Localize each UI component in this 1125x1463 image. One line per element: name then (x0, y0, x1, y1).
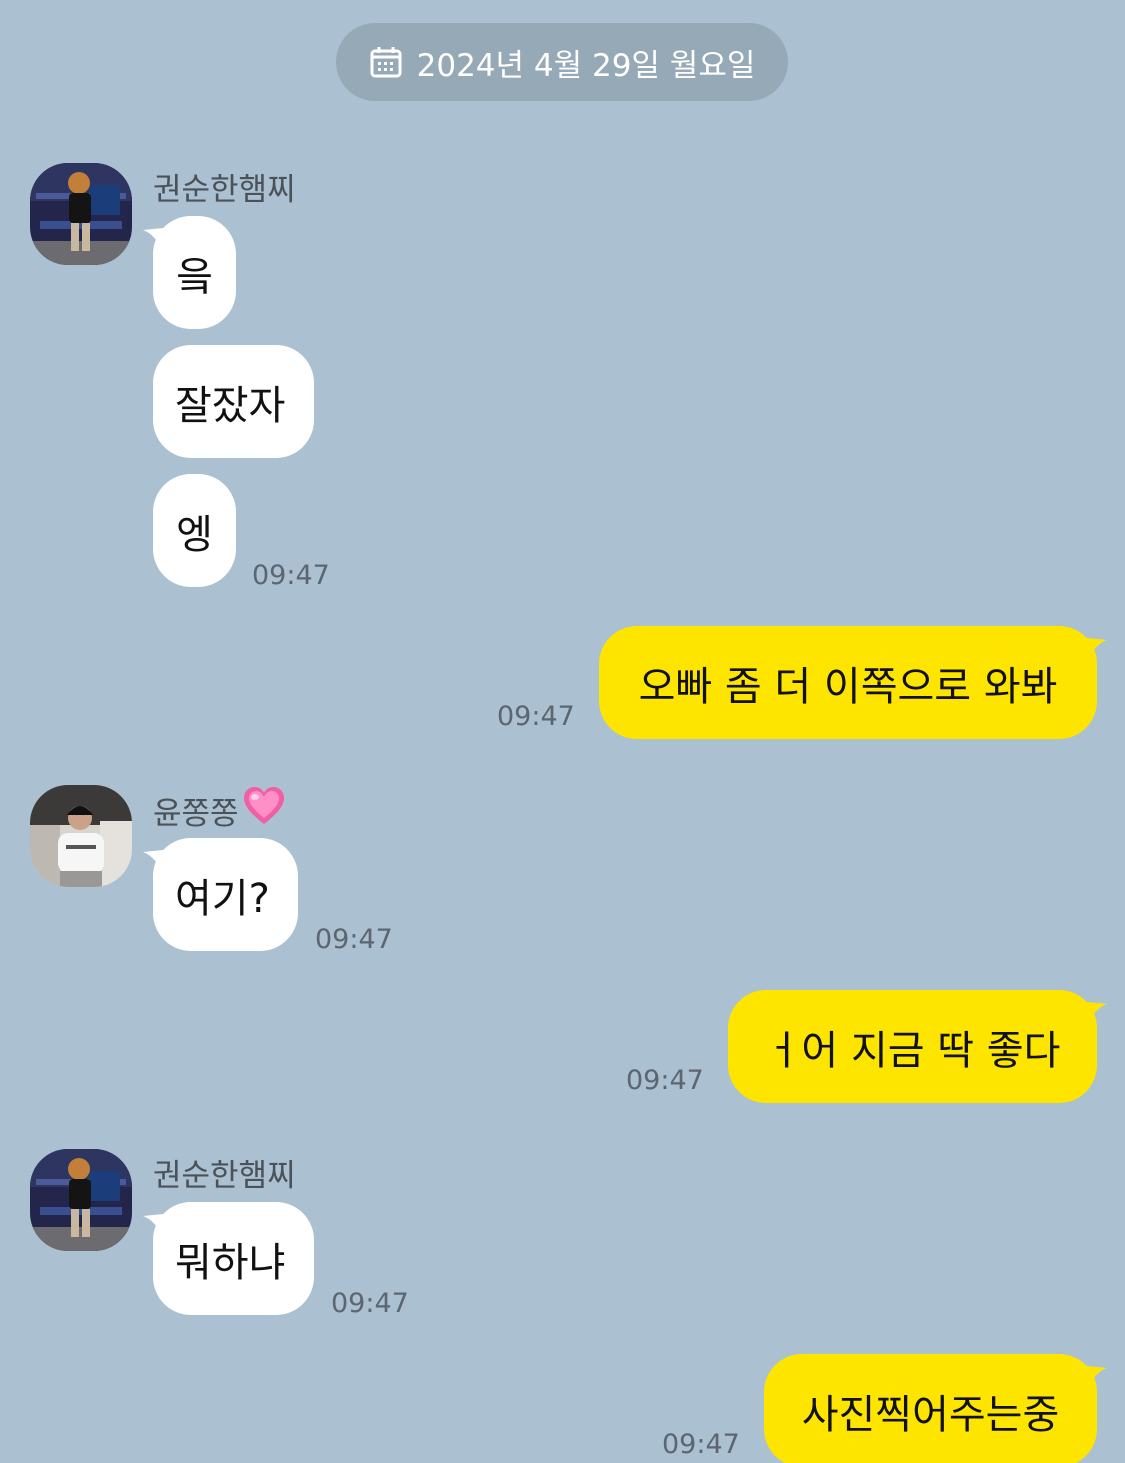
message-bubble[interactable]: 여기? (143, 838, 298, 951)
sender-name: 윤쫑쫑 (153, 786, 285, 834)
sender-avatar[interactable] (30, 163, 132, 265)
message-text: 사진찍어주는중 (801, 1391, 1060, 1438)
message-text: 읔 (176, 253, 213, 300)
message-bubble[interactable]: 읔 (143, 216, 236, 329)
message-bubble[interactable]: 잘잤자 (153, 345, 314, 458)
bubble-tail (1087, 1002, 1107, 1026)
bubble-tail (1087, 638, 1107, 662)
message-bubble[interactable]: ㅓ어 지금 딱 좋다 (728, 990, 1107, 1103)
bubble-tail (143, 1214, 163, 1238)
message-text: ㅓ어 지금 딱 좋다 (764, 1027, 1061, 1074)
message-bubble[interactable]: 뭐하냐 (143, 1202, 314, 1315)
chat-room: 2024년 4월 29일 월요일 권순한햄찌 읔 잘잤자 엥 09:47 09:… (0, 0, 1125, 1463)
message-time: 09:47 (315, 924, 393, 955)
message-text: 엥 (176, 511, 213, 558)
date-divider: 2024년 4월 29일 월요일 (336, 23, 788, 101)
sender-avatar[interactable] (30, 1149, 132, 1251)
message-text: 잘잤자 (175, 382, 286, 429)
message-time: 09:47 (497, 701, 575, 732)
message-time: 09:47 (662, 1429, 740, 1460)
sender-avatar[interactable] (30, 785, 132, 887)
message-text: 여기? (175, 875, 270, 922)
calendar-icon (369, 45, 403, 79)
message-time: 09:47 (626, 1065, 704, 1096)
message-bubble[interactable]: 사진찍어주는중 (764, 1354, 1107, 1463)
message-time: 09:47 (252, 560, 330, 591)
bubble-tail (143, 850, 163, 874)
message-text: 오빠 좀 더 이쪽으로 와봐 (638, 663, 1058, 710)
message-text: 뭐하냐 (175, 1239, 286, 1286)
bubble-tail (1087, 1366, 1107, 1390)
message-bubble[interactable]: 오빠 좀 더 이쪽으로 와봐 (599, 626, 1107, 739)
message-time: 09:47 (331, 1288, 409, 1319)
date-label: 2024년 4월 29일 월요일 (416, 47, 756, 84)
bubble-tail (143, 228, 163, 252)
pink-heart-icon (243, 786, 285, 834)
sender-name: 권순한햄찌 (153, 1158, 296, 1194)
message-bubble[interactable]: 엥 (153, 474, 236, 587)
sender-name: 권순한햄찌 (153, 172, 296, 208)
